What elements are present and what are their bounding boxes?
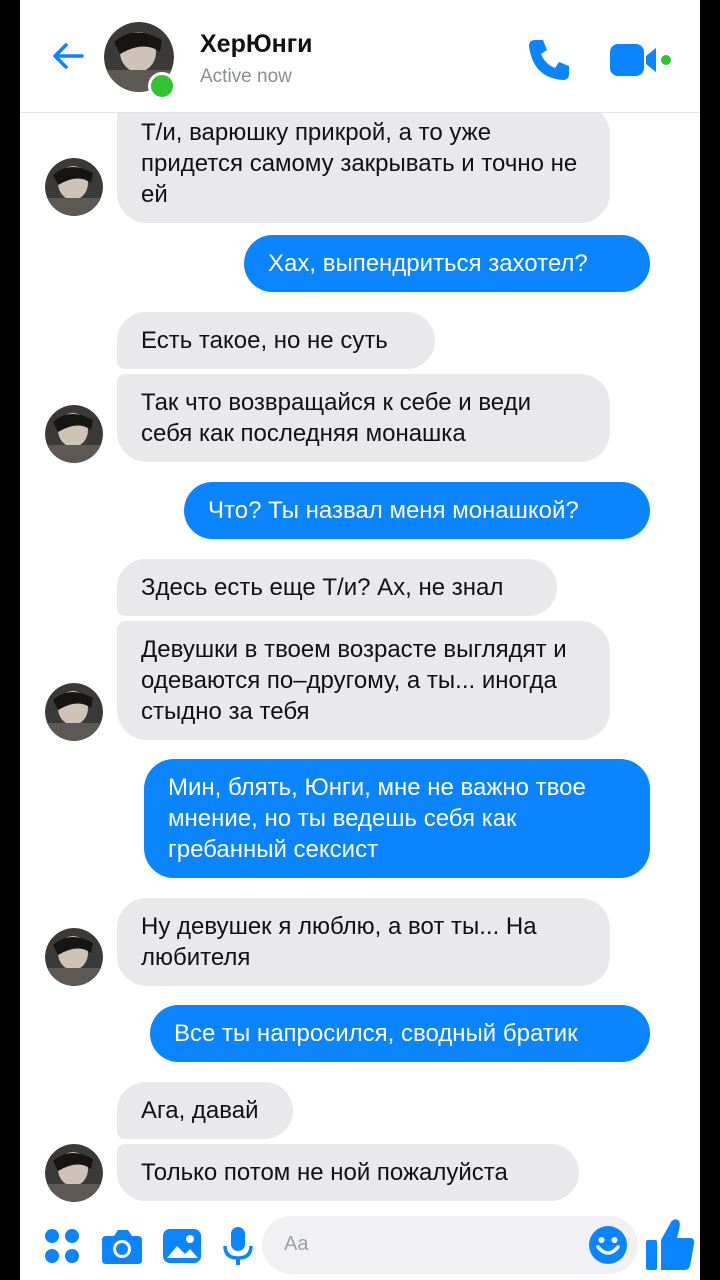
apps-grid-icon[interactable] [40, 1224, 84, 1268]
video-camera-icon[interactable] [608, 40, 672, 80]
contact-name[interactable]: ХерЮнги [200, 30, 313, 59]
microphone-icon[interactable] [216, 1224, 260, 1268]
message-input-placeholder: Aa [284, 1233, 309, 1255]
message-bubble-outgoing[interactable]: Хах, выпендриться захотел? [244, 235, 650, 292]
contact-avatar-small [45, 158, 103, 216]
message-bubble-outgoing[interactable]: Мин, блять, Юнги, мне не важно твое мнен… [144, 759, 650, 878]
message-input[interactable]: Aa [262, 1216, 638, 1274]
back-arrow-icon[interactable] [50, 38, 86, 74]
phone-icon[interactable] [525, 36, 573, 84]
message-bubble-incoming[interactable]: Только потом не ной пожалуйста [117, 1144, 579, 1201]
chat-header: ХерЮнги Active now [20, 0, 700, 113]
message-bubble-incoming[interactable]: Ну девушек я люблю, а вот ты... На любит… [117, 898, 610, 986]
contact-avatar-small [45, 405, 103, 463]
contact-avatar-small [45, 1144, 103, 1202]
message-bubble-incoming[interactable]: Ага, давай [117, 1082, 293, 1139]
message-bubble-incoming[interactable]: Девушки в твоем возрасте выглядят и одев… [117, 621, 610, 740]
contact-avatar-small [45, 683, 103, 741]
message-bubble-incoming[interactable]: Так что возвращайся к себе и веди себя к… [117, 374, 610, 462]
online-indicator [148, 72, 176, 100]
gallery-icon[interactable] [160, 1224, 204, 1268]
message-bubble-incoming[interactable]: Здесь есть еще Т/и? Ах, не знал [117, 559, 557, 616]
message-bubble-incoming[interactable]: Есть такое, но не суть [117, 312, 435, 369]
thumbs-up-icon[interactable] [644, 1216, 696, 1272]
message-bubble-outgoing[interactable]: Что? Ты назвал меня монашкой? [184, 482, 650, 539]
message-bubble-incoming[interactable]: Т/и, варюшку прикрой, а то уже придется … [117, 104, 610, 223]
contact-avatar-small [45, 928, 103, 986]
camera-icon[interactable] [100, 1224, 144, 1268]
chat-screen: ХерЮнги Active now Т/и, варюшку прикрой,… [20, 0, 700, 1280]
emoji-icon[interactable] [588, 1225, 628, 1265]
message-bubble-outgoing[interactable]: Все ты напросился, сводный братик [150, 1005, 650, 1062]
message-composer: Aa [20, 1210, 700, 1280]
contact-status: Active now [200, 66, 292, 87]
